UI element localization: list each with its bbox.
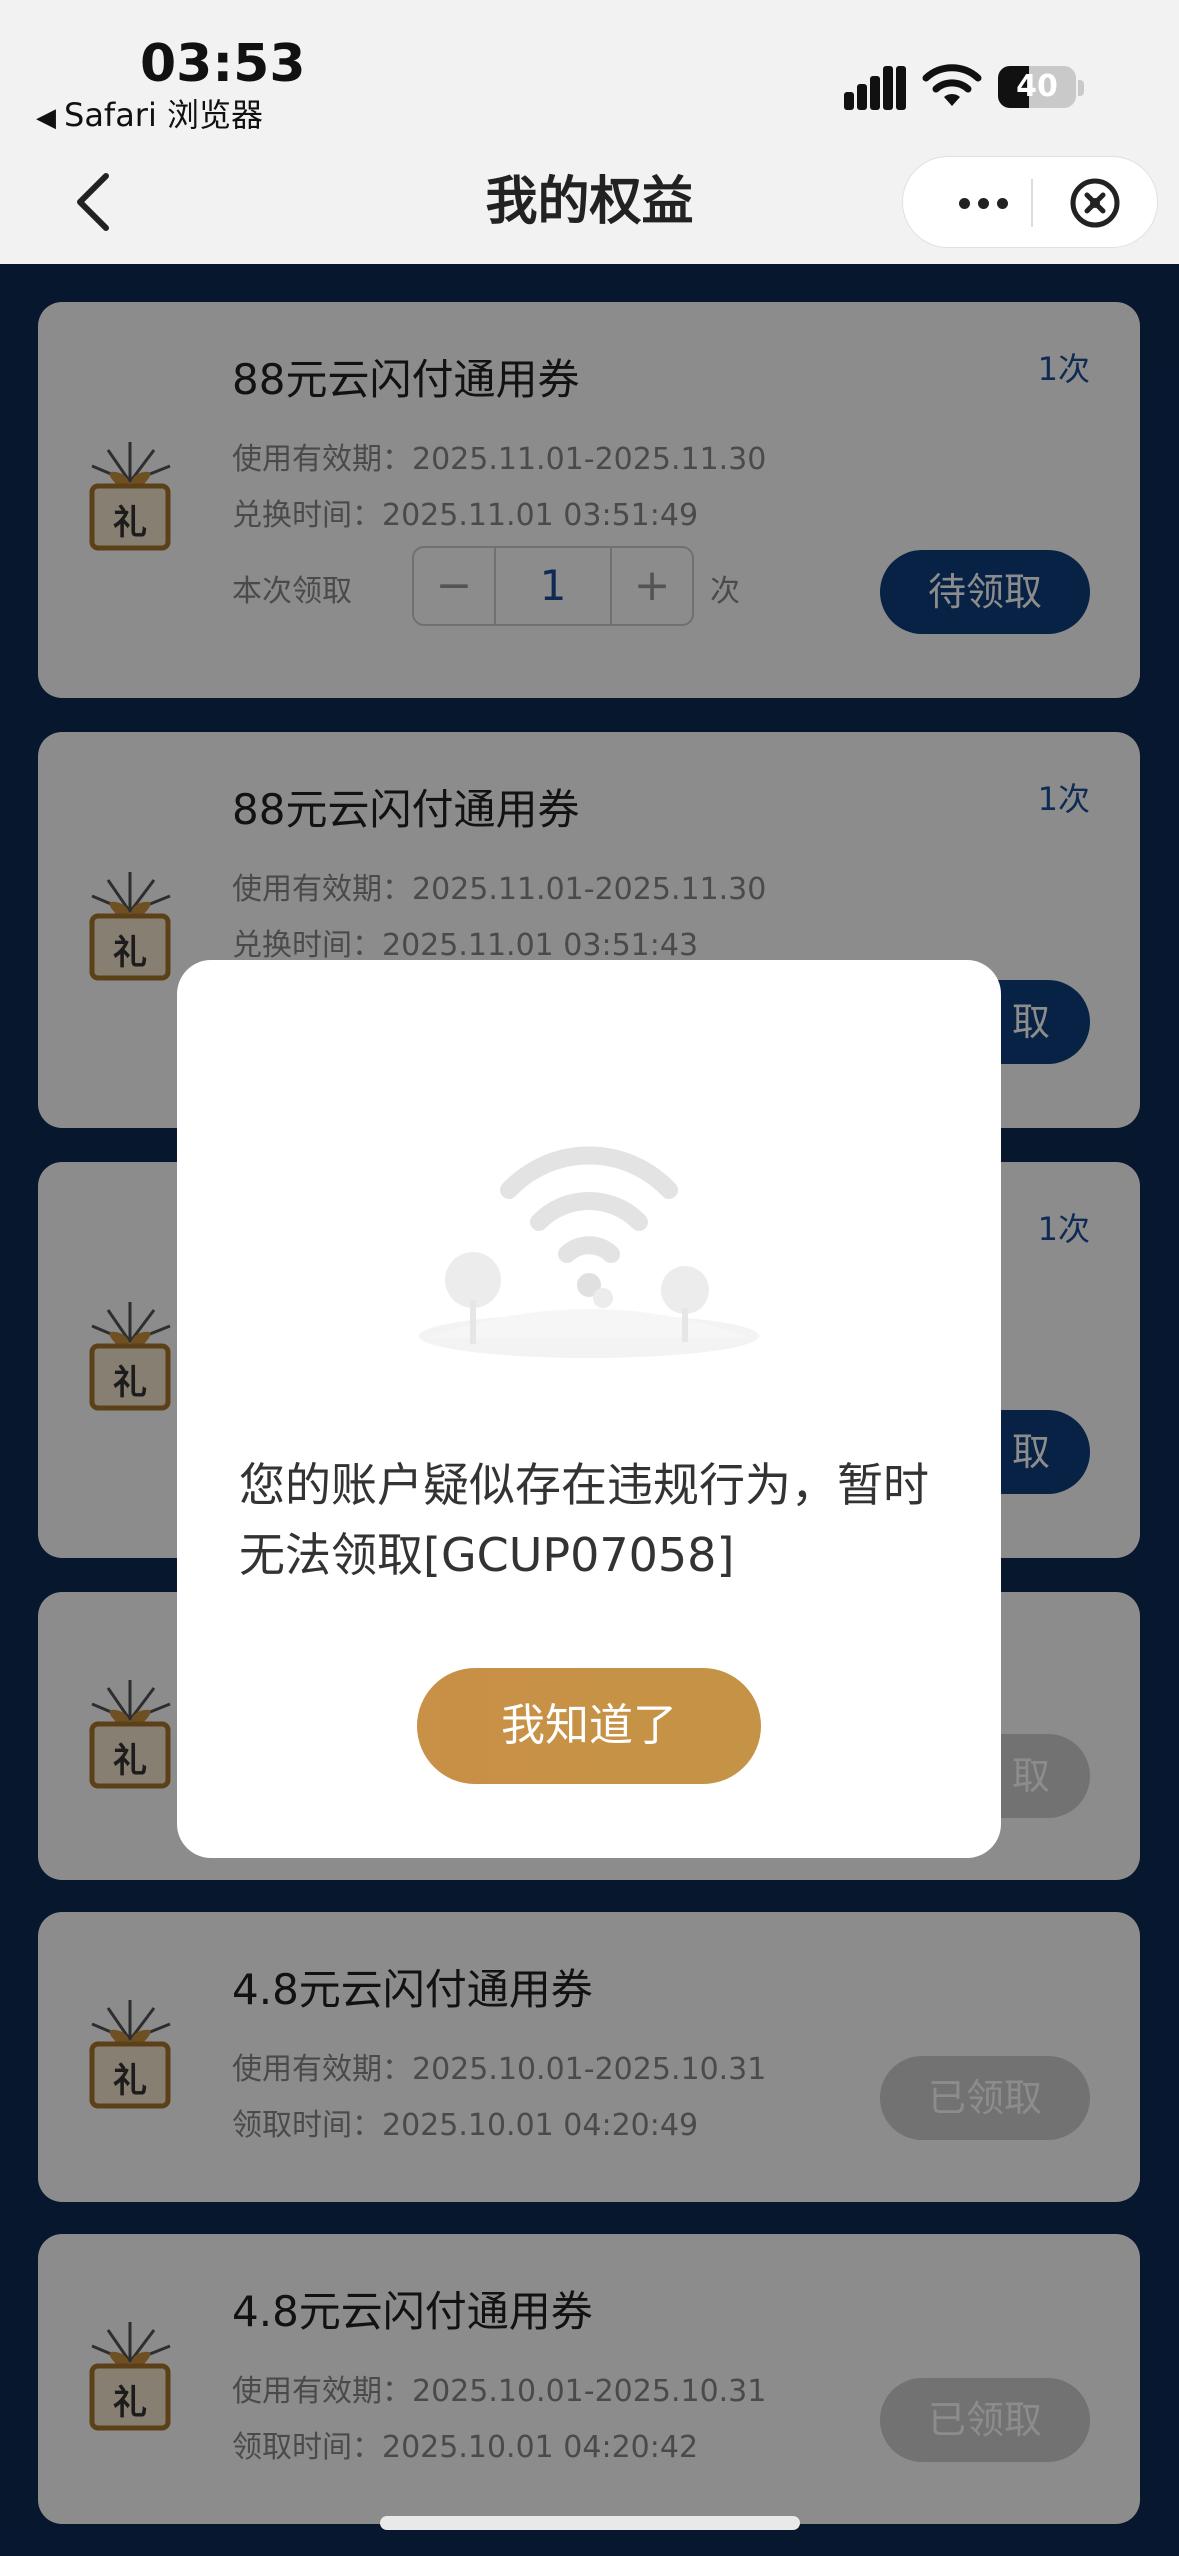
battery-tip: [1078, 80, 1084, 96]
alert-dialog: 您的账户疑似存在违规行为，暂时无法领取[GCUP07058] 我知道了: [177, 960, 1001, 1858]
battery-icon: 40: [998, 66, 1076, 108]
status-bar: 03:53 ◀ Safari 浏览器 40: [0, 0, 1179, 140]
wifi-icon: [922, 64, 982, 106]
back-triangle-icon: ◀: [36, 103, 56, 133]
more-button[interactable]: [933, 157, 1033, 249]
alert-message: 您的账户疑似存在违规行为，暂时无法领取[GCUP07058]: [239, 1458, 929, 1582]
capsule-divider: [1031, 179, 1033, 227]
network-error-illustration: [419, 1146, 759, 1358]
clock: 03:53: [140, 34, 306, 94]
home-indicator: [380, 2516, 800, 2530]
nav-bar: 我的权益: [0, 140, 1179, 264]
back-to-safari-link[interactable]: ◀ Safari 浏览器: [36, 90, 263, 136]
acknowledge-button[interactable]: 我知道了: [417, 1668, 761, 1784]
miniprogram-capsule: [902, 156, 1158, 248]
back-app-label: Safari 浏览器: [64, 96, 264, 134]
cellular-signal-icon: [844, 66, 906, 110]
close-circle-icon[interactable]: [1069, 177, 1121, 229]
back-chevron-icon[interactable]: [68, 170, 124, 234]
battery-level: 40: [1016, 69, 1058, 104]
